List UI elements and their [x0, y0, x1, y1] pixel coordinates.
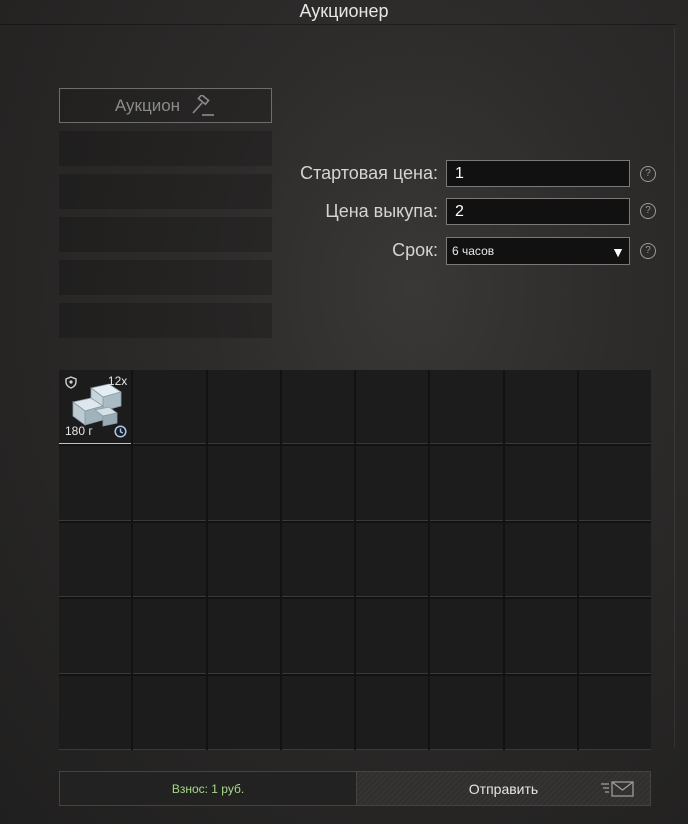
send-button[interactable]: Отправить [357, 772, 650, 805]
footer-bar: Взнос: 1 руб. Отправить [59, 771, 651, 806]
buyout-price-label: Цена выкупа: [325, 201, 438, 221]
inventory-slot[interactable] [59, 599, 132, 674]
tab-empty[interactable] [59, 303, 272, 338]
send-button-label: Отправить [468, 780, 539, 797]
inventory-slot[interactable] [504, 446, 577, 521]
inventory-slot[interactable] [504, 675, 577, 750]
clock-icon [114, 425, 127, 438]
inventory-slot[interactable] [59, 675, 132, 750]
inventory-slot[interactable] [133, 522, 206, 598]
tab-auction[interactable]: Аукцион [59, 88, 272, 123]
help-icon[interactable]: ? [640, 203, 656, 219]
stone-blocks-icon [72, 383, 122, 427]
inventory-slot[interactable] [281, 599, 354, 674]
inventory-slot[interactable] [356, 446, 429, 521]
inventory-slot[interactable] [356, 522, 429, 598]
inventory-slot[interactable] [578, 599, 651, 674]
inventory-slot[interactable] [281, 370, 354, 445]
inventory-slot[interactable] [133, 446, 206, 521]
tab-empty[interactable] [59, 217, 272, 252]
tab-empty[interactable] [59, 131, 272, 166]
inventory-slot[interactable] [430, 370, 503, 445]
inventory-slot[interactable] [281, 522, 354, 598]
inventory-slot[interactable] [578, 370, 651, 445]
inventory-slot[interactable] [578, 446, 651, 521]
inventory-slot[interactable] [430, 675, 503, 750]
panel-divider [674, 28, 675, 748]
inventory-slot[interactable] [356, 675, 429, 750]
help-icon[interactable]: ? [640, 166, 656, 182]
inventory-slot[interactable] [207, 599, 280, 674]
item-quantity: 12x [107, 374, 128, 388]
inventory-slot[interactable] [207, 675, 280, 750]
inventory-slot[interactable] [59, 446, 132, 521]
buyout-price-input[interactable]: 2 [446, 198, 630, 225]
help-icon[interactable]: ? [640, 243, 656, 259]
inventory-slot[interactable] [430, 599, 503, 674]
duration-select[interactable]: 6 часов ▼ [446, 237, 630, 265]
inventory-slot[interactable] [133, 370, 206, 445]
inventory-slot[interactable]: 12x 180 г [59, 370, 132, 445]
tab-empty[interactable] [59, 260, 272, 295]
duration-value: 6 часов [452, 244, 495, 258]
inventory-slot[interactable] [356, 599, 429, 674]
inventory-slot[interactable] [281, 446, 354, 521]
inventory-slot[interactable] [578, 675, 651, 750]
inventory-slot[interactable] [430, 522, 503, 598]
start-price-input[interactable]: 1 [446, 160, 630, 187]
inventory-slot[interactable] [504, 522, 577, 598]
inventory-slot[interactable] [207, 522, 280, 598]
inventory-slot[interactable] [430, 446, 503, 521]
gavel-icon [192, 94, 215, 116]
inventory-slot[interactable] [133, 599, 206, 674]
inventory-slot[interactable] [59, 522, 132, 598]
inventory-slot[interactable] [578, 522, 651, 598]
title-divider [0, 24, 676, 25]
inventory-slot[interactable] [281, 675, 354, 750]
inventory-slot[interactable] [207, 446, 280, 521]
window-title: Аукционер [299, 1, 389, 21]
inventory-slot[interactable] [504, 599, 577, 674]
envelope-icon [601, 781, 634, 797]
inventory-grid: 12x 180 г [59, 370, 651, 750]
inventory-slot[interactable] [207, 370, 280, 445]
inventory-slot[interactable] [133, 675, 206, 750]
start-price-label: Стартовая цена: [300, 163, 438, 183]
duration-label: Срок: [392, 240, 438, 260]
tab-auction-label: Аукцион [114, 95, 181, 115]
dropdown-arrow-icon: ▼ [611, 244, 625, 260]
inventory-slot[interactable] [356, 370, 429, 445]
tab-empty[interactable] [59, 174, 272, 209]
item-weight: 180 г [65, 424, 93, 439]
fee-text: Взнос: 1 руб. [60, 772, 357, 805]
inventory-slot[interactable] [504, 370, 577, 445]
